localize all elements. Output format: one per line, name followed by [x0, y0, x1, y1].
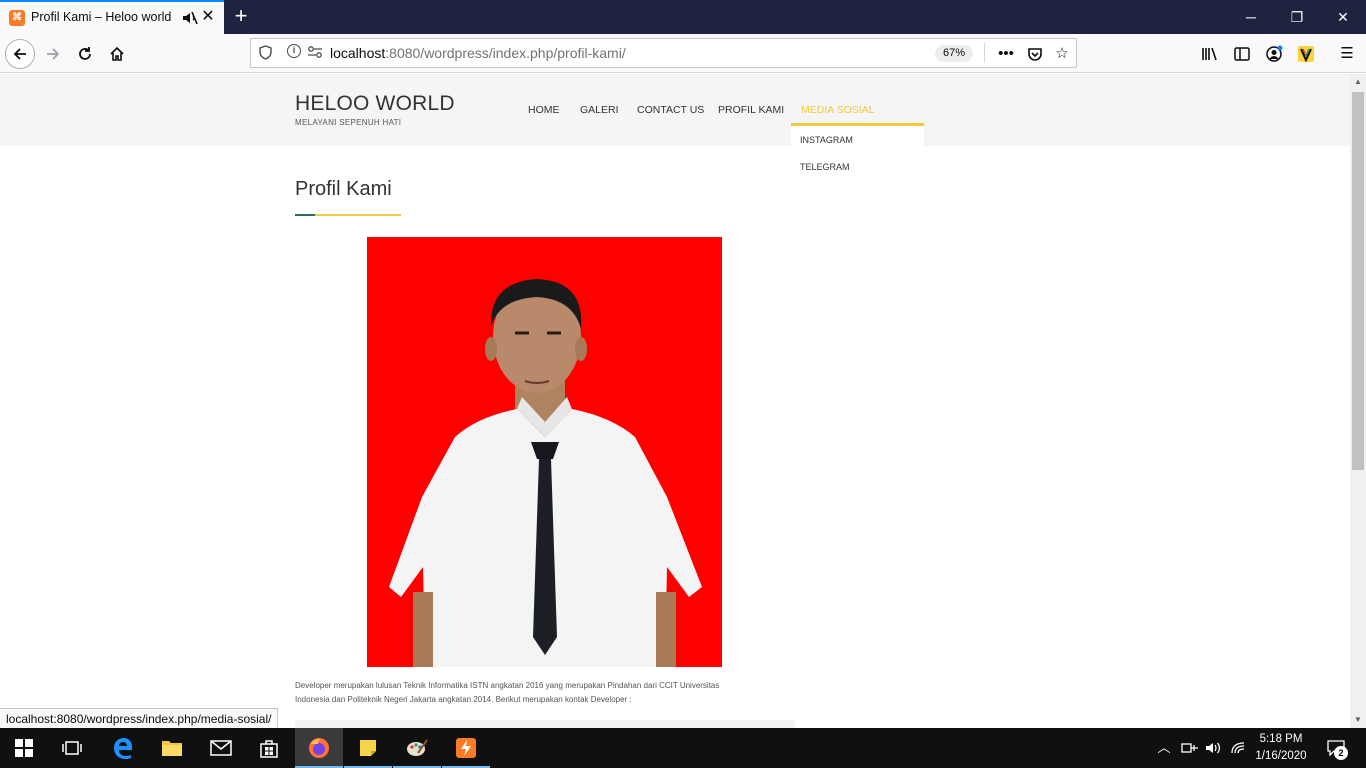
tab-title: Profil Kami – Heloo world — [31, 10, 172, 24]
site-header: HELOO WORLD MELAYANI SEPENUH HATI HOME G… — [0, 74, 1350, 146]
page-scrollbar[interactable]: ▲ ▼ — [1350, 74, 1366, 728]
file-explorer-icon[interactable] — [148, 728, 196, 768]
browser-tab-strip: ⌘ Profil Kami – Heloo world ✕ + ─ ❐ ✕ — [0, 0, 1366, 34]
hamburger-menu-icon[interactable]: ☰ — [1336, 43, 1358, 65]
scroll-down-arrow-icon[interactable]: ▼ — [1350, 712, 1366, 728]
sidebar-icon[interactable] — [1231, 43, 1253, 65]
url-host: localhost — [330, 45, 386, 61]
bookmark-star-icon[interactable]: ☆ — [1051, 43, 1073, 65]
clock-time: 5:18 PM — [1259, 733, 1303, 745]
contact-box — [295, 720, 795, 728]
home-button[interactable] — [102, 39, 132, 69]
title-underline-yellow — [315, 214, 401, 216]
mute-tab-icon[interactable] — [181, 9, 199, 27]
reload-button[interactable] — [70, 39, 100, 69]
tracking-shield-icon[interactable] — [259, 45, 272, 63]
minimize-window-button[interactable]: ─ — [1228, 0, 1274, 34]
screen: ⌘ Profil Kami – Heloo world ✕ + ─ ❐ ✕ i … — [0, 0, 1366, 768]
url-path: :8080/wordpress/index.php/profil-kami/ — [385, 45, 626, 61]
network-adapter-icon[interactable] — [1179, 728, 1201, 768]
site-info-icon[interactable]: i — [287, 44, 301, 58]
scroll-thumb[interactable] — [1352, 92, 1364, 470]
menu-item-contact-us[interactable]: CONTACT US — [637, 104, 704, 116]
extension-v-icon[interactable] — [1295, 43, 1317, 65]
menu-item-media-sosial[interactable]: MEDIA SOSIAL — [801, 104, 875, 116]
menu-item-profil-kami[interactable]: PROFIL KAMI — [718, 104, 784, 116]
xampp-taskbar-icon[interactable] — [442, 728, 490, 768]
browser-tab-active[interactable]: ⌘ Profil Kami – Heloo world ✕ — [0, 0, 224, 34]
page-title: Profil Kami — [295, 178, 392, 200]
clock-date: 1/16/2020 — [1255, 750, 1307, 762]
task-view-icon[interactable] — [48, 728, 96, 768]
url-bar[interactable]: i localhost:8080/wordpress/index.php/pro… — [250, 38, 1077, 68]
store-icon[interactable] — [245, 728, 293, 768]
title-underline-green — [295, 214, 315, 216]
forward-button[interactable] — [38, 39, 68, 69]
edge-browser-icon[interactable] — [99, 728, 147, 768]
windows-taskbar: ︿ 5:18 PM 1/16/2020 2 — [0, 728, 1366, 768]
restore-window-button[interactable]: ❐ — [1274, 0, 1320, 34]
page-viewport: HELOO WORLD MELAYANI SEPENUH HATI HOME G… — [0, 74, 1350, 728]
account-icon[interactable] — [1263, 43, 1285, 65]
paragraph-line-2: Indonesia dan Politeknik Negeri Jakarta … — [295, 695, 632, 704]
menu-item-galeri[interactable]: GALERI — [580, 104, 619, 116]
url-text[interactable]: localhost:8080/wordpress/index.php/profi… — [330, 45, 626, 61]
close-tab-icon[interactable]: ✕ — [200, 8, 216, 26]
library-icon[interactable] — [1199, 43, 1221, 65]
url-divider — [984, 43, 985, 63]
firefox-taskbar-icon[interactable] — [295, 728, 343, 768]
taskbar-clock[interactable]: 5:18 PM 1/16/2020 — [1248, 731, 1314, 765]
volume-icon[interactable] — [1203, 728, 1225, 768]
page-actions-icon[interactable]: ••• — [995, 43, 1017, 65]
tray-overflow-chevron-icon[interactable]: ︿ — [1155, 728, 1173, 768]
profile-photo — [367, 237, 722, 667]
permissions-icon[interactable] — [307, 45, 323, 62]
notification-count-badge: 2 — [1334, 746, 1348, 760]
paragraph-line-1: Developer merupakan lulusan Teknik Infor… — [295, 681, 720, 690]
profile-paragraph: Developer merupakan lulusan Teknik Infor… — [295, 679, 765, 707]
wifi-icon[interactable] — [1228, 728, 1248, 768]
site-tagline: MELAYANI SEPENUH HATI — [295, 118, 402, 127]
close-window-button[interactable]: ✕ — [1320, 0, 1366, 34]
new-tab-button[interactable]: + — [230, 4, 252, 28]
submenu-item-instagram[interactable]: INSTAGRAM — [800, 135, 853, 145]
link-status-overlay: localhost:8080/wordpress/index.php/media… — [0, 708, 279, 729]
mail-icon[interactable] — [197, 728, 245, 768]
pocket-icon[interactable] — [1024, 43, 1046, 65]
sticky-notes-icon[interactable] — [344, 728, 392, 768]
media-sosial-submenu: INSTAGRAM TELEGRAM — [791, 126, 924, 180]
scroll-up-arrow-icon[interactable]: ▲ — [1350, 74, 1366, 90]
back-button[interactable] — [5, 39, 35, 69]
zoom-level-badge[interactable]: 67% — [935, 45, 973, 62]
xampp-favicon-icon: ⌘ — [9, 10, 25, 26]
menu-item-home[interactable]: HOME — [528, 104, 560, 116]
paint-icon[interactable] — [393, 728, 441, 768]
site-title[interactable]: HELOO WORLD — [295, 92, 455, 116]
start-windows-icon[interactable] — [0, 728, 48, 768]
browser-navbar: i localhost:8080/wordpress/index.php/pro… — [0, 34, 1366, 73]
submenu-item-telegram[interactable]: TELEGRAM — [800, 162, 850, 172]
